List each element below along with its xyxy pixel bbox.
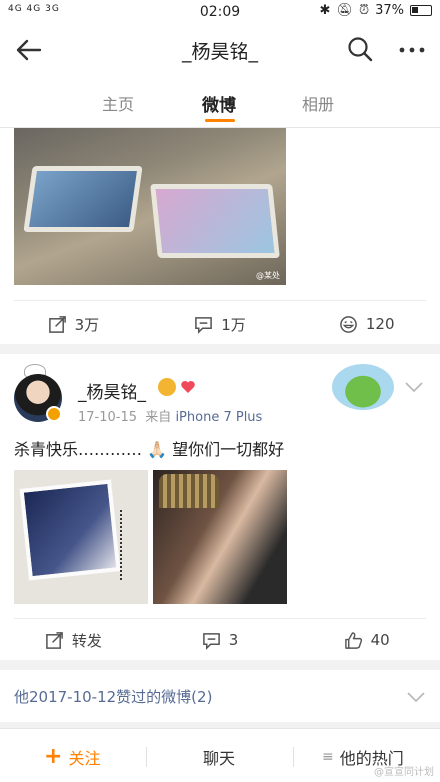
tab-album[interactable]: 相册 (302, 91, 334, 115)
smiley-like-icon (339, 315, 357, 333)
more-options-icon[interactable] (398, 36, 426, 64)
cake-shape (23, 166, 143, 232)
repost-label: 转发 (71, 631, 102, 650)
repost-count: 3万 (74, 315, 100, 334)
tab-home[interactable]: 主页 (102, 91, 134, 115)
nav-bar: _杨昊铭_ (0, 24, 440, 76)
vip-emoji-icon (158, 378, 176, 396)
divider (293, 747, 294, 767)
like-button[interactable]: 120 (293, 315, 440, 334)
post-card: _杨昊铭_ 17-10-15 来自 iPhone 7 Plus 杀青快乐…………… (0, 354, 440, 660)
divider (146, 747, 147, 767)
comment-count: 1万 (221, 315, 246, 334)
repost-icon (48, 315, 66, 333)
divider (14, 300, 426, 301)
post-actions: 3万 1万 120 (0, 302, 440, 346)
list-icon: ≡ (322, 749, 334, 765)
post-date: 17-10-15 (78, 410, 138, 425)
post-image[interactable]: @某处 (14, 128, 286, 285)
heart-icon (181, 381, 195, 393)
profile-tabs: 主页 微博 相册 (0, 76, 440, 128)
mute-icon: 🔕︎ (336, 3, 353, 18)
post-photo[interactable] (153, 470, 287, 604)
battery-percent: 37% (375, 3, 404, 18)
tab-weibo[interactable]: 微博 (202, 91, 236, 116)
liked-posts-link[interactable]: 他2017-10-12赞过的微博(2) (14, 686, 212, 707)
polaroid-photo (19, 479, 121, 581)
liked-posts-row[interactable]: 他2017-10-12赞过的微博(2) (0, 670, 440, 722)
user-name[interactable]: _杨昊铭_ (78, 378, 146, 403)
follow-button[interactable]: + 关注 (44, 745, 100, 769)
handwritten-note (120, 510, 140, 580)
repost-button[interactable]: 转发 (0, 630, 147, 651)
status-bar: 4G 4G 3G 02:09 ✱ 🔕︎ ⏰︎ 37% (0, 0, 440, 24)
repost-button[interactable]: 3万 (0, 314, 147, 335)
repost-icon (45, 631, 63, 649)
chat-label: 聊天 (203, 749, 236, 768)
bottom-action-bar: + 关注 聊天 ≡ 他的热门 @宣宣同计划 (0, 728, 440, 782)
chevron-down-icon[interactable] (404, 380, 424, 394)
post-actions: 转发 3 40 (0, 618, 440, 662)
headdress-shape (159, 474, 219, 508)
post-text: 杀青快乐………… 🙏🏻 望你们一切都好 (14, 440, 285, 459)
alarm-icon: ⏰︎ (358, 3, 370, 18)
verified-badge-icon (46, 406, 62, 422)
comment-button[interactable]: 3 (147, 631, 294, 650)
source-prefix: 来自 (145, 410, 172, 425)
card-sticker-icon (332, 364, 394, 410)
like-count: 120 (365, 315, 395, 333)
comment-icon (195, 316, 213, 334)
battery-icon (410, 5, 432, 16)
like-count: 40 (370, 631, 390, 649)
page-title: _杨昊铭_ (181, 41, 258, 63)
image-watermark: @某处 (256, 271, 280, 280)
post-source[interactable]: iPhone 7 Plus (175, 410, 262, 425)
like-button[interactable]: 40 (293, 631, 440, 650)
comment-icon (202, 632, 220, 650)
thumbs-up-icon (344, 631, 362, 649)
follow-label: 关注 (68, 749, 101, 768)
comment-count: 3 (228, 631, 239, 649)
post-card: @某处 3万 1万 120 (0, 128, 440, 344)
post-photo[interactable] (14, 470, 148, 604)
search-icon[interactable] (346, 35, 374, 63)
comment-button[interactable]: 1万 (147, 314, 294, 335)
image-watermark: @宣宣同计划 (374, 767, 434, 778)
active-tab-indicator (205, 119, 235, 122)
cake-shape (150, 184, 280, 258)
plus-icon: + (44, 744, 63, 769)
bluetooth-icon: ✱ (319, 3, 331, 18)
status-icons: ✱ 🔕︎ ⏰︎ 37% (320, 3, 432, 18)
chevron-down-icon[interactable] (406, 690, 426, 704)
chat-button[interactable]: 聊天 (203, 745, 235, 769)
post-meta: 17-10-15 来自 iPhone 7 Plus (78, 406, 262, 425)
